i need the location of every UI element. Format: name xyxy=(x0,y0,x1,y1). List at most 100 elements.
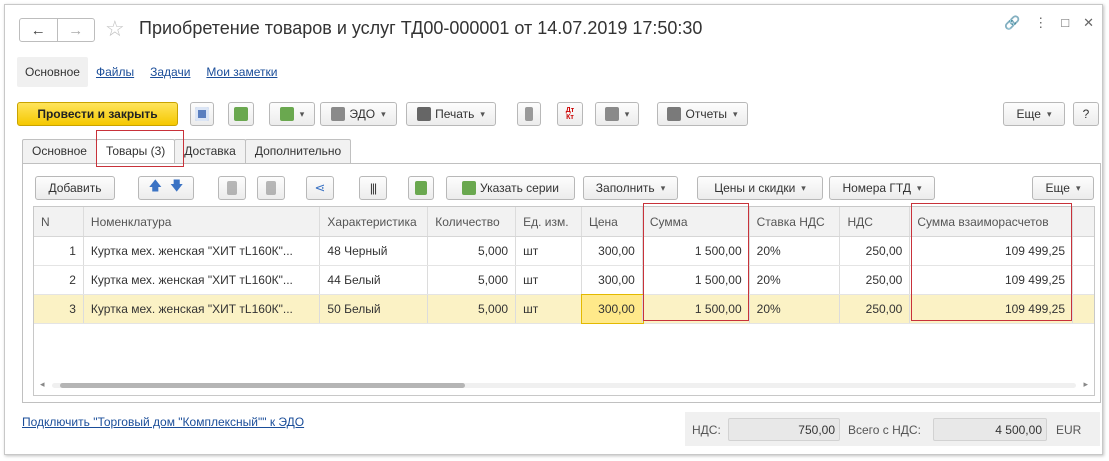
arrow-up-icon[interactable]: 🡅 xyxy=(149,177,162,199)
table-row[interactable]: 2 Куртка мех. женская "ХИТ тL160К"... 44… xyxy=(34,266,1094,295)
copy-row-button[interactable] xyxy=(218,176,246,200)
row-price-focused[interactable]: 300,00 xyxy=(580,294,644,324)
col-price[interactable]: Цена xyxy=(582,207,643,236)
tab-additional[interactable]: Дополнительно xyxy=(244,139,352,163)
col-nomenclature[interactable]: Номенклатура xyxy=(84,207,321,236)
scroll-thumb[interactable] xyxy=(60,383,465,388)
favorite-star-icon[interactable]: ☆ xyxy=(105,17,125,41)
row-vat[interactable]: 250,00 xyxy=(840,237,911,265)
row-nomenclature[interactable]: Куртка мех. женская "ХИТ тL160К"... xyxy=(84,266,321,294)
col-unit[interactable]: Ед. изм. xyxy=(516,207,582,236)
row-sum[interactable]: 1 500,00 xyxy=(643,295,750,323)
forward-button[interactable]: → xyxy=(56,19,95,41)
create-based-on-button[interactable] xyxy=(269,102,315,126)
row-unit[interactable]: шт xyxy=(516,295,582,323)
row-nomenclature[interactable]: Куртка мех. женская "ХИТ тL160К"... xyxy=(84,237,321,265)
row-vat[interactable]: 250,00 xyxy=(840,295,911,323)
row-vat-rate[interactable]: 20% xyxy=(750,295,841,323)
more-button[interactable]: Еще xyxy=(1003,102,1065,126)
tab-main[interactable]: Основное xyxy=(22,139,97,163)
select-goods-button[interactable] xyxy=(408,176,434,200)
row-sum[interactable]: 1 500,00 xyxy=(643,237,750,265)
col-sum[interactable]: Сумма xyxy=(643,207,750,236)
scroll-right-icon[interactable]: ▸ xyxy=(1083,379,1088,390)
copy-icon xyxy=(227,181,237,195)
row-quantity[interactable]: 5,000 xyxy=(428,295,517,323)
split-row-button[interactable]: ⋖ xyxy=(306,176,334,200)
page-title: Приобретение товаров и услуг ТД00-000001… xyxy=(139,18,703,38)
post-document-icon xyxy=(234,107,248,121)
col-n[interactable]: N xyxy=(34,207,84,236)
save-icon xyxy=(195,107,209,121)
row-characteristic[interactable]: 48 Черный xyxy=(320,237,429,265)
close-icon[interactable]: ✕ xyxy=(1083,15,1094,31)
back-button[interactable]: ← xyxy=(20,19,57,41)
table-row[interactable]: 1 Куртка мех. женская "ХИТ тL160К"... 48… xyxy=(34,237,1094,266)
post-and-close-button[interactable]: Провести и закрыть xyxy=(17,102,178,126)
row-vat-rate[interactable]: 20% xyxy=(750,266,841,294)
specify-series-button[interactable]: Указать серии xyxy=(446,176,575,200)
dtkt-bottom: Кт xyxy=(566,114,574,121)
maximize-icon[interactable]: □ xyxy=(1061,15,1069,31)
row-number[interactable]: 1 xyxy=(34,237,84,265)
dtkt-button[interactable]: Дт Кт xyxy=(557,102,583,126)
row-number[interactable]: 2 xyxy=(34,266,84,294)
connect-edo-link[interactable]: Подключить "Торговый дом "Комплексный"" … xyxy=(22,415,304,429)
row-characteristic[interactable]: 50 Белый xyxy=(320,295,429,323)
totals-bar: НДС: 750,00 Всего с НДС: 4 500,00 EUR xyxy=(685,412,1100,446)
nav-tab-main[interactable]: Основное xyxy=(17,57,88,87)
row-price[interactable]: 300,00 xyxy=(582,237,643,265)
save-button[interactable] xyxy=(190,102,214,126)
row-settlement-sum[interactable]: 109 499,25 xyxy=(910,237,1074,265)
arrow-down-icon[interactable]: 🡇 xyxy=(170,177,183,199)
nav-tab-notes[interactable]: Мои заметки xyxy=(198,57,285,87)
form-navigation: Основное Файлы Задачи Мои заметки xyxy=(17,57,285,87)
row-characteristic[interactable]: 44 Белый xyxy=(320,266,429,294)
row-settlement-sum[interactable]: 109 499,25 xyxy=(910,295,1074,323)
row-quantity[interactable]: 5,000 xyxy=(428,266,517,294)
col-quantity[interactable]: Количество xyxy=(428,207,517,236)
prices-discounts-button[interactable]: Цены и скидки xyxy=(697,176,823,200)
scroll-left-icon[interactable]: ◂ xyxy=(40,379,45,390)
reports-label: Отчеты xyxy=(685,107,727,121)
goods-table: N Номенклатура Характеристика Количество… xyxy=(33,206,1095,396)
col-vat[interactable]: НДС xyxy=(840,207,911,236)
link-icon[interactable]: 🔗 xyxy=(1004,15,1020,31)
structure-button[interactable] xyxy=(517,102,541,126)
move-rows-button[interactable]: 🡅 🡇 xyxy=(138,176,194,200)
nav-tab-tasks[interactable]: Задачи xyxy=(142,57,198,87)
tab-goods[interactable]: Товары (3) xyxy=(95,139,176,164)
row-price[interactable]: 300,00 xyxy=(582,266,643,294)
row-sum[interactable]: 1 500,00 xyxy=(643,266,750,294)
document-tabs: Основное Товары (3) Доставка Дополнитель… xyxy=(22,139,352,164)
total-with-vat-value: 4 500,00 xyxy=(933,418,1047,441)
help-button[interactable]: ? xyxy=(1073,102,1099,126)
barcode-button[interactable]: ||| xyxy=(359,176,387,200)
row-quantity[interactable]: 5,000 xyxy=(428,237,517,265)
col-settlement-sum[interactable]: Сумма взаиморасчетов xyxy=(910,207,1074,236)
attachments-button[interactable] xyxy=(595,102,639,126)
edo-button[interactable]: ЭДО xyxy=(320,102,397,126)
row-number[interactable]: 3 xyxy=(34,295,84,323)
paste-row-button[interactable] xyxy=(257,176,285,200)
row-settlement-sum[interactable]: 109 499,25 xyxy=(910,266,1074,294)
fill-button[interactable]: Заполнить xyxy=(583,176,678,200)
row-unit[interactable]: шт xyxy=(516,237,582,265)
table-row-selected[interactable]: 3 Куртка мех. женская "ХИТ тL160К"... 50… xyxy=(34,294,1094,324)
horizontal-scrollbar[interactable]: ◂ ▸ xyxy=(40,379,1088,390)
post-button[interactable] xyxy=(228,102,254,126)
table-more-button[interactable]: Еще xyxy=(1032,176,1094,200)
print-button[interactable]: Печать xyxy=(406,102,496,126)
tab-delivery[interactable]: Доставка xyxy=(174,139,246,163)
row-vat[interactable]: 250,00 xyxy=(840,266,911,294)
reports-button[interactable]: Отчеты xyxy=(657,102,748,126)
row-nomenclature[interactable]: Куртка мех. женская "ХИТ тL160К"... xyxy=(84,295,321,323)
col-vat-rate[interactable]: Ставка НДС xyxy=(750,207,841,236)
row-vat-rate[interactable]: 20% xyxy=(750,237,841,265)
row-unit[interactable]: шт xyxy=(516,266,582,294)
gtd-numbers-button[interactable]: Номера ГТД xyxy=(829,176,935,200)
col-characteristic[interactable]: Характеристика xyxy=(320,207,429,236)
menu-dots-icon[interactable]: ⋮ xyxy=(1034,15,1047,31)
add-row-button[interactable]: Добавить xyxy=(35,176,115,200)
nav-tab-files[interactable]: Файлы xyxy=(88,57,142,87)
